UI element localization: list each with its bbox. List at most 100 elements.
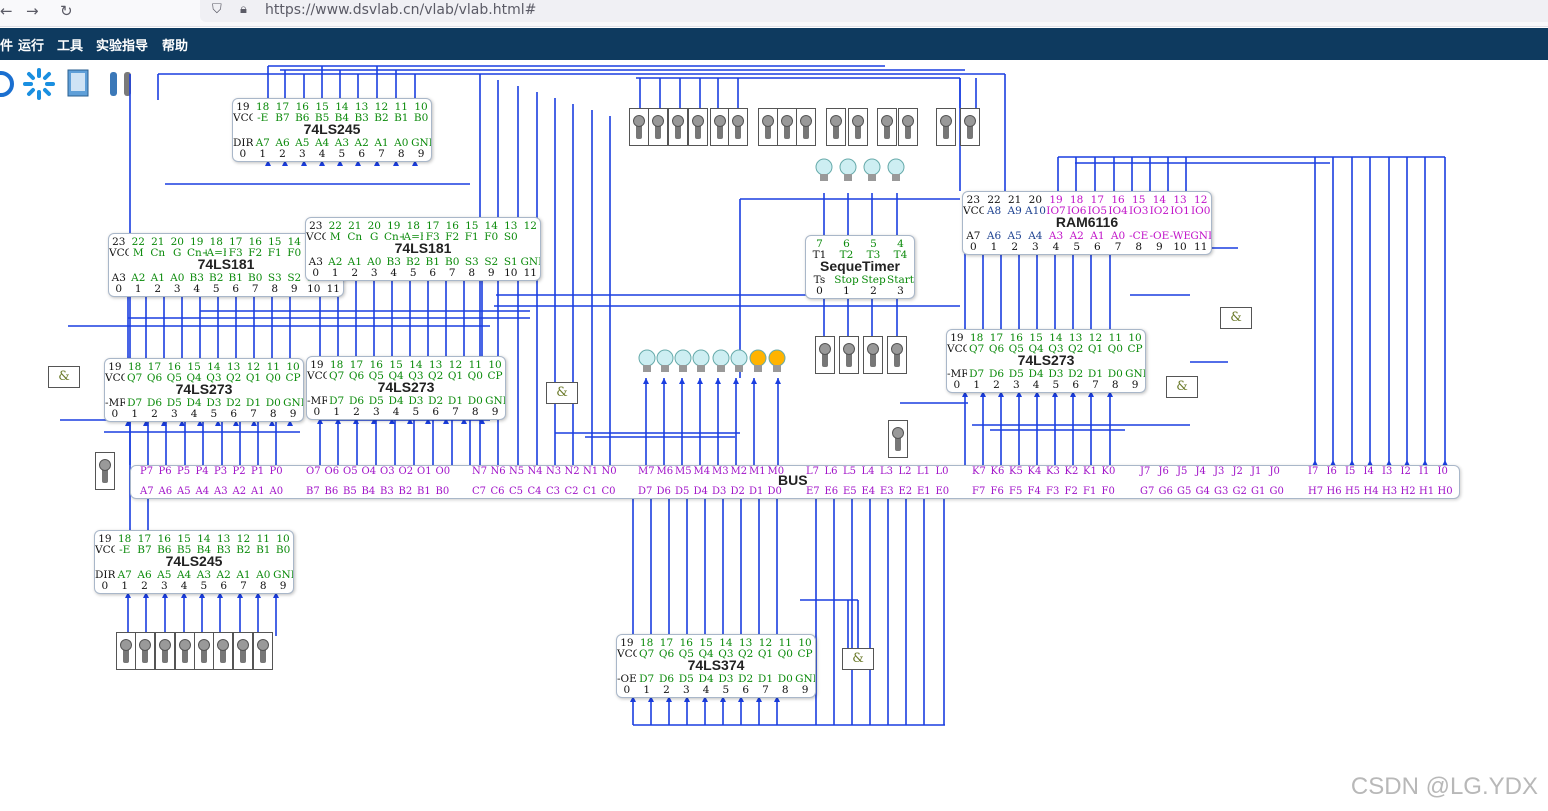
pin-number: 3 xyxy=(298,148,306,160)
toggle-switch[interactable] xyxy=(95,452,115,490)
toggle-switch[interactable] xyxy=(877,108,897,146)
toggle-switch[interactable] xyxy=(629,108,649,146)
chip-ls273-right[interactable]: 19 18 17 16 15 14 13 12 11 10 VCC Q7 Q6 Q5 Q4 Q3 Q2 Q1 Q0 C… xyxy=(946,329,1146,393)
toggle-switch[interactable] xyxy=(710,108,730,146)
switch-knob xyxy=(843,343,855,355)
bus-pin-label: J5 xyxy=(1177,466,1188,477)
switch-knob xyxy=(139,639,151,651)
chip-ls273-left[interactable]: 19 18 17 16 15 14 13 12 11 10 VCC Q7 Q6 Q5 Q4 Q3 Q2 Q1 Q0 C… xyxy=(104,358,304,422)
toggle-switch[interactable] xyxy=(887,336,907,374)
chip-ram6116[interactable]: 23 22 21 20 19 18 17 16 15 14 13 12 VCC A8 A9 A10 IO7 IO6… xyxy=(962,191,1212,255)
bus-pin-label: N0 xyxy=(601,466,617,477)
bus-pin-label: J7 xyxy=(1140,466,1151,477)
bus-pin-label: P6 xyxy=(158,466,172,477)
toggle-switch[interactable] xyxy=(116,632,136,670)
toggle-switch[interactable] xyxy=(777,108,797,146)
toggle-switch[interactable] xyxy=(758,108,778,146)
toggle-switch[interactable] xyxy=(253,632,273,670)
toggle-switch[interactable] xyxy=(960,108,980,146)
pin-number: 1 xyxy=(121,580,129,592)
chip-ls273-mid[interactable]: 19 18 17 16 15 14 13 12 11 10 VCC Q7 Q6 Q5 Q4 Q3 Q2 Q1 Q0 C… xyxy=(306,356,506,420)
chip-ls181-right[interactable]: 232221201918171615141312VCCMCnGCn+4PA=BF… xyxy=(305,217,541,281)
chip-ls245-bottom[interactable]: 19 18 17 16 15 14 13 12 11 10 VCC -E B7 B6 B5 B4 B3 B2 B1 B… xyxy=(94,530,294,594)
pin-number: 8 xyxy=(781,684,789,696)
pin-number: 1 xyxy=(843,285,850,297)
bus-pin-label: I6 xyxy=(1326,466,1337,477)
bus-pin-label: K1 xyxy=(1083,466,1097,477)
bus-pin-label: C1 xyxy=(583,486,598,497)
bus-pin-label: M1 xyxy=(749,466,766,477)
and-gate[interactable]: & xyxy=(1220,307,1252,329)
light-bulb-icon xyxy=(712,349,730,372)
toggle-switch[interactable] xyxy=(155,632,175,670)
toggle-switch[interactable] xyxy=(135,632,155,670)
switch-knob xyxy=(652,115,664,127)
pin-number: 0 xyxy=(101,580,109,592)
bus-pin-label: H1 xyxy=(1419,486,1435,497)
chip-name: 74LS181 xyxy=(394,240,452,256)
toggle-switch[interactable] xyxy=(839,336,859,374)
pin-number: 0 xyxy=(111,408,119,420)
light-bulb-icon xyxy=(730,349,748,372)
bus-pin-label: B0 xyxy=(435,486,450,497)
pin-number: 3 xyxy=(170,408,178,420)
pin-number: 4 xyxy=(190,408,198,420)
toggle-switch[interactable] xyxy=(826,108,846,146)
toggle-switch[interactable] xyxy=(888,420,908,458)
toggle-switch[interactable] xyxy=(796,108,816,146)
light-bulb-icon xyxy=(815,158,833,181)
bus-pin-label: H0 xyxy=(1437,486,1453,497)
toggle-switch[interactable] xyxy=(848,108,868,146)
bus-pin-label: P0 xyxy=(269,466,283,477)
toggle-switch[interactable] xyxy=(648,108,668,146)
pin-number: 9 xyxy=(289,408,297,420)
bus-pin-label: K7 xyxy=(972,466,986,477)
light-bulb-icon xyxy=(839,158,857,181)
bus-pin-label: D1 xyxy=(749,486,764,497)
and-gate[interactable]: & xyxy=(1166,376,1198,398)
toggle-switch[interactable] xyxy=(194,632,214,670)
bus-pin-label: G3 xyxy=(1214,486,1229,497)
and-gate[interactable]: & xyxy=(842,648,874,670)
toggle-switch[interactable] xyxy=(213,632,233,670)
pin-number: 5 xyxy=(412,406,420,418)
pin-number: 0 xyxy=(623,684,631,696)
bus-pin-label: E1 xyxy=(917,486,931,497)
toggle-switch[interactable] xyxy=(668,108,688,146)
and-gate[interactable]: & xyxy=(48,366,80,388)
chip-ls374[interactable]: 19 18 17 16 15 14 13 12 11 10 VCC Q7 Q6 Q5 Q4 Q3 Q2 Q1 Q0 C… xyxy=(616,634,816,698)
switch-knob xyxy=(237,639,249,651)
pin-number: 8 xyxy=(1135,241,1143,253)
bus-pin-label: G0 xyxy=(1269,486,1284,497)
bus-pin-label: J2 xyxy=(1232,466,1243,477)
toggle-switch[interactable] xyxy=(728,108,748,146)
pin-number: 3 xyxy=(1012,379,1020,391)
switch-knob xyxy=(852,115,864,127)
toggle-switch[interactable] xyxy=(863,336,883,374)
toggle-switch[interactable] xyxy=(898,108,918,146)
pin-number: 8 xyxy=(271,283,279,295)
bus-pin-label: E3 xyxy=(880,486,894,497)
bus-pin-label: K6 xyxy=(990,466,1005,477)
toggle-switch[interactable] xyxy=(936,108,956,146)
bus-pin-label: C7 xyxy=(472,486,487,497)
switch-knob xyxy=(732,115,744,127)
pin-number: 4 xyxy=(1032,379,1040,391)
chip-ls245-top[interactable]: 19 18 17 16 15 14 13 12 11 10 VCC -E B7 B6 B5 B4 B3 B2 B1 B… xyxy=(232,98,432,162)
bus-pin-label: N7 xyxy=(472,466,488,477)
toggle-switch[interactable] xyxy=(233,632,253,670)
bus-pin-label: B7 xyxy=(306,486,320,497)
bus-pin-label: B6 xyxy=(324,486,339,497)
switch-knob xyxy=(891,343,903,355)
chip-name: 74LS245 xyxy=(303,121,361,137)
chip-seque-timer[interactable]: 7 6 5 4 T1 T2 T3 T4 SequeTimer Ts Stop Step Start 0 1 2… xyxy=(805,235,915,299)
pin-number: 0 xyxy=(816,285,823,297)
toggle-switch[interactable] xyxy=(688,108,708,146)
pin-number: 2 xyxy=(993,379,1000,391)
bus-pin-label: B4 xyxy=(361,486,376,497)
and-gate[interactable]: & xyxy=(546,382,578,404)
bus-pin-label: E4 xyxy=(861,486,876,497)
toggle-switch[interactable] xyxy=(175,632,195,670)
bus-pin-label: C2 xyxy=(564,486,579,497)
toggle-switch[interactable] xyxy=(815,336,835,374)
